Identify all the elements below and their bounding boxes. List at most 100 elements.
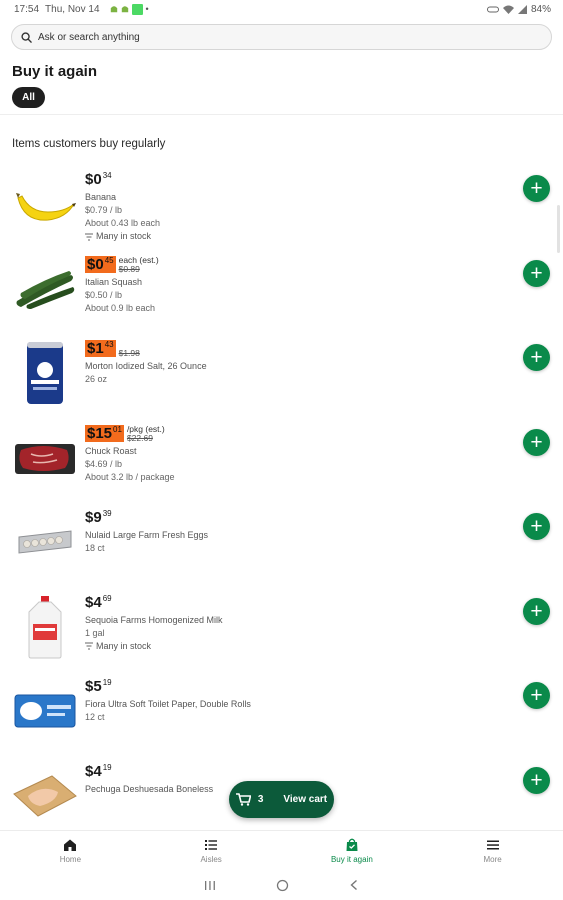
home-circle-icon[interactable] [276, 879, 289, 892]
price: $4 69 [85, 594, 112, 611]
product-name: Sequoia Farms Homogenized Milk [85, 614, 223, 625]
nav-label: Aisles [200, 855, 222, 864]
product-image-eggs[interactable] [12, 509, 78, 575]
price-unit-note: /pkg (est.) [126, 423, 165, 434]
bottom-nav: Home Aisles Buy it again More [0, 830, 563, 870]
product-row[interactable]: $9 39 Nulaid Large Farm Fresh Eggs 18 ct … [0, 503, 563, 588]
status-time: 17:54 [14, 3, 40, 15]
size-note: About 0.43 lb each [85, 218, 161, 228]
product-name: Nulaid Large Farm Fresh Eggs [85, 530, 209, 540]
price-details: each (est.) $0.89 [118, 254, 159, 274]
nav-item-buy-it-again[interactable]: Buy it again [282, 831, 423, 870]
filter-chip-all[interactable]: All [12, 87, 45, 108]
size-note: 12 ct [85, 712, 105, 722]
search-bar[interactable] [11, 24, 552, 50]
product-image-banana[interactable] [12, 171, 78, 237]
app-notification-icon [131, 3, 143, 15]
search-input[interactable] [38, 31, 518, 43]
product-image-chicken[interactable] [12, 763, 78, 829]
product-row[interactable]: $0 45 each (est.) $0.89 Italian Squash $0.… [0, 250, 563, 335]
product-name: Fiora Ultra Soft Toilet Paper, Double Ro… [85, 699, 251, 709]
cart-count: 3 [257, 794, 264, 805]
bag-icon [346, 838, 358, 851]
product-row[interactable]: $5 19 Fiora Ultra Soft Toilet Paper, Doub… [0, 672, 563, 757]
status-date: Thu, Nov 14 [45, 3, 100, 15]
signal-icon [517, 4, 527, 14]
price-details: /pkg (est.) $22.69 [126, 423, 165, 443]
product-image-toilet-paper[interactable] [12, 678, 78, 744]
size-note: About 3.2 lb / package [85, 471, 175, 482]
product-row[interactable]: $4 69 Sequoia Farms Homogenized Milk 1 ga… [0, 588, 563, 673]
price-dollars: $15 [87, 424, 113, 442]
notification-icons: • [110, 3, 149, 15]
add-to-cart-button[interactable]: + [523, 259, 550, 287]
nav-item-aisles[interactable]: Aisles [141, 831, 282, 870]
stock-status: Many in stock [85, 640, 505, 653]
price: $5 19 [85, 678, 112, 695]
stock-label: Many in stock [96, 640, 152, 651]
plus-icon: + [530, 599, 543, 623]
wifi-icon [502, 5, 514, 14]
page-title: Buy it again [12, 63, 98, 80]
price-cents: 19 [102, 762, 112, 772]
price-cents: 19 [102, 678, 112, 687]
size-note: About 0.9 lb each [85, 302, 156, 313]
price-dollars: $0 [85, 171, 102, 188]
was-price: $0.89 [118, 263, 140, 274]
price-cents: 01 [113, 424, 122, 434]
cart-icon [235, 793, 251, 806]
product-image-squash[interactable] [12, 256, 78, 322]
search-icon [21, 31, 32, 43]
add-to-cart-button[interactable]: + [523, 344, 550, 371]
size-note: 26 oz [85, 374, 108, 384]
price-dollars: $1 [87, 340, 104, 357]
nav-item-more[interactable]: More [422, 831, 563, 870]
price-unit-note: each (est.) [118, 254, 159, 265]
size-note: 1 gal [85, 627, 105, 638]
product-name: Italian Squash [85, 276, 143, 287]
more-notifications-icon: • [145, 4, 149, 14]
system-navigation-bar [0, 870, 563, 900]
section-title: Items customers buy regularly [12, 138, 166, 150]
view-cart-button[interactable]: 3 View cart [229, 781, 334, 818]
plus-icon: + [530, 430, 543, 454]
product-row[interactable]: $15 01 /pkg (est.) $22.69 Chuck Roast $4.6… [0, 419, 563, 504]
add-to-cart-button[interactable]: + [523, 428, 550, 456]
list-icon [205, 840, 218, 850]
product-row[interactable]: $1 43 $1.98 Morton Iodized Salt, 26 Ounce… [0, 334, 563, 419]
product-name: Chuck Roast [85, 445, 137, 456]
product-name: Morton Iodized Salt, 26 Ounce [85, 361, 207, 371]
add-to-cart-button[interactable]: + [523, 513, 550, 540]
divider [0, 114, 563, 115]
stock-icon [85, 642, 93, 650]
add-to-cart-button[interactable]: + [523, 766, 550, 794]
price-cents: 39 [102, 509, 112, 518]
plus-icon: + [530, 768, 543, 792]
add-to-cart-button[interactable]: + [523, 175, 550, 202]
status-bar: 17:54 Thu, Nov 14 • 84% [0, 0, 563, 18]
product-row[interactable]: $0 34 Banana $0.79 / lb About 0.43 lb eac… [0, 165, 563, 250]
battery-level: 84% [530, 3, 551, 15]
product-image-milk[interactable] [12, 594, 78, 660]
nav-item-home[interactable]: Home [0, 831, 141, 870]
product-image-salt[interactable] [12, 340, 78, 406]
add-to-cart-button[interactable]: + [523, 597, 550, 625]
price-cents: 69 [102, 593, 112, 603]
sale-price: $0 45 [85, 255, 116, 273]
product-list: $0 34 Banana $0.79 / lb About 0.43 lb eac… [0, 165, 563, 841]
back-icon[interactable] [349, 879, 359, 891]
plus-icon: + [530, 261, 543, 285]
android-icon [121, 6, 128, 13]
menu-icon [486, 840, 499, 850]
unit-price: $0.50 / lb [85, 289, 123, 300]
plus-icon: + [530, 684, 543, 707]
unit-price: $0.79 / lb [85, 205, 123, 215]
add-to-cart-button[interactable]: + [523, 682, 550, 709]
price-cents: 34 [102, 171, 112, 180]
sale-price: $15 01 [85, 424, 124, 442]
plus-icon: + [530, 515, 543, 538]
product-image-chuck-roast[interactable] [12, 425, 78, 491]
product-name: Banana [85, 192, 117, 202]
recent-apps-icon[interactable] [204, 880, 216, 891]
nav-label: Home [59, 855, 82, 864]
